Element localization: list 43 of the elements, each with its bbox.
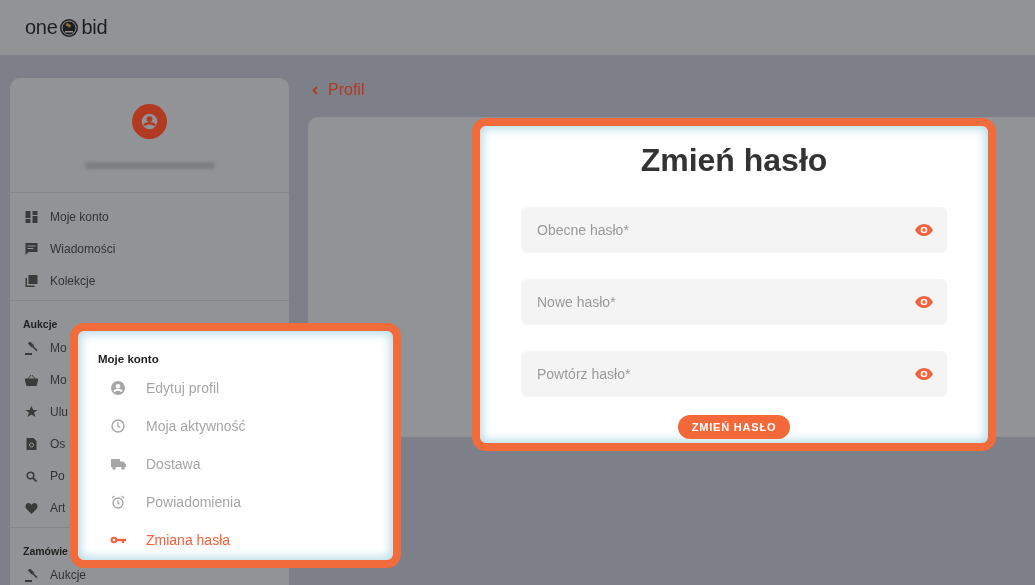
sidebar-item[interactable]: Ulu [25,396,68,428]
sidebar-item[interactable]: Kolekcje [25,265,96,297]
alarm-clock-icon [111,495,125,509]
menu-item[interactable]: Zmiana hasła [98,521,393,559]
dashboard-icon [25,211,38,223]
chevron-left-icon [312,85,318,95]
star-icon [25,406,38,418]
logo-text: bid [81,16,108,39]
heart-icon [25,502,38,514]
section-title: Zamówie [23,545,68,557]
key-icon [110,536,126,544]
sidebar-item[interactable]: Mo [25,364,67,396]
eye-icon[interactable] [915,296,933,308]
document-search-icon [25,438,38,450]
menu-item[interactable]: Edytuj profil [98,369,393,407]
menu-item[interactable]: Moja aktywność [98,407,393,445]
sidebar-item[interactable]: Art [25,492,66,524]
search-icon [25,470,38,482]
message-icon [25,243,38,255]
collection-icon [25,275,38,287]
password-field[interactable]: Nowe hasło* [521,279,947,325]
clock-icon [111,419,125,433]
avatar-icon [132,104,167,139]
menu-item[interactable]: Dostawa [98,445,393,483]
sidebar-item[interactable]: Moje konto [25,201,109,233]
change-password-button[interactable]: ZMIEŃ HASŁO [677,415,791,439]
menu-item[interactable]: Powiadomienia [98,483,393,521]
eye-icon[interactable] [915,368,933,380]
section-title: Aukcje [23,318,58,330]
menu-title: Moje konto [98,353,160,365]
sidebar-item[interactable]: Os [25,428,66,460]
eye-icon[interactable] [915,224,933,236]
account-icon [111,381,125,395]
truck-icon [110,458,126,470]
password-field[interactable]: Obecne hasło* [521,207,947,253]
logo-text: one [25,16,58,39]
dialog-title: Zmień hasło [640,141,828,180]
sidebar-item[interactable]: Mo [25,332,67,364]
basket-icon [25,374,38,386]
sidebar-item[interactable]: Wiadomości [25,233,116,265]
password-field[interactable]: Powtórz hasło* [521,351,947,397]
sidebar-item[interactable]: Po [25,460,65,492]
sidebar-item[interactable]: Aukcje [25,559,87,585]
